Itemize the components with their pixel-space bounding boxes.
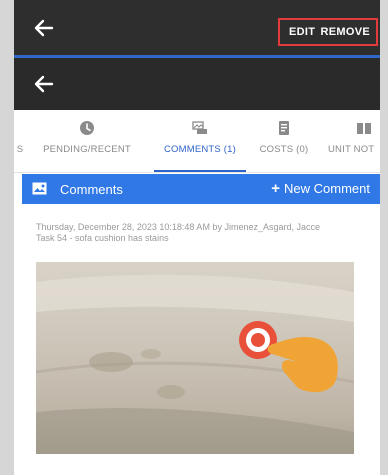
comment-meta: Thursday, December 28, 2023 10:18:48 AM …: [36, 222, 320, 232]
tab-partial-icon: [14, 120, 30, 136]
tab-comments[interactable]: COMMENTS (1): [154, 110, 246, 172]
comment-text: Task 54 - sofa cushion has stains: [36, 233, 169, 243]
phone-screen: EDIT REMOVE S PENDING/RECENT COMMENTS (1…: [14, 0, 380, 475]
tab-costs[interactable]: COSTS (0): [254, 110, 314, 172]
comment-image-icon: [192, 121, 207, 134]
bottom-spacer: [14, 454, 380, 475]
image-icon: [32, 182, 47, 195]
secondary-app-bar: [14, 58, 380, 110]
top-app-bar: EDIT REMOVE: [14, 0, 380, 58]
tab-pending-recent-label: PENDING/RECENT: [43, 144, 131, 155]
pointing-hand-icon: [267, 337, 338, 393]
receipt-icon: [279, 121, 289, 135]
tab-pending-recent[interactable]: PENDING/RECENT: [42, 110, 132, 172]
tab-unit-notes[interactable]: UNIT NOT: [328, 110, 380, 172]
tab-partial-label: S: [16, 144, 24, 155]
comments-title: Comments: [60, 182, 123, 197]
plus-icon: +: [271, 180, 281, 197]
back-arrow-icon[interactable]: [32, 16, 56, 40]
comment-photo[interactable]: [36, 262, 354, 454]
comment-entry: Thursday, December 28, 2023 10:18:48 AM …: [36, 222, 356, 244]
tab-bar: S PENDING/RECENT COMMENTS (1) COSTS (0) …: [14, 110, 380, 173]
tab-partial[interactable]: S: [14, 110, 26, 172]
new-comment-button[interactable]: + New Comment: [271, 180, 370, 197]
tab-costs-label: COSTS (0): [259, 144, 309, 155]
remove-button[interactable]: REMOVE: [321, 26, 370, 38]
clock-icon: [80, 121, 94, 135]
tab-unit-notes-label: UNIT NOT: [328, 144, 375, 155]
secondary-back-arrow-icon[interactable]: [32, 72, 56, 96]
edit-button[interactable]: EDIT: [289, 26, 315, 38]
book-icon: [357, 123, 371, 134]
active-tab-underline: [154, 170, 246, 172]
sofa-cushion-illustration: [36, 274, 354, 454]
comments-header-bar: Comments + New Comment: [22, 174, 380, 204]
tab-comments-label: COMMENTS (1): [163, 144, 237, 155]
new-comment-label: New Comment: [284, 181, 370, 196]
edit-remove-highlight: EDIT REMOVE: [278, 18, 378, 46]
